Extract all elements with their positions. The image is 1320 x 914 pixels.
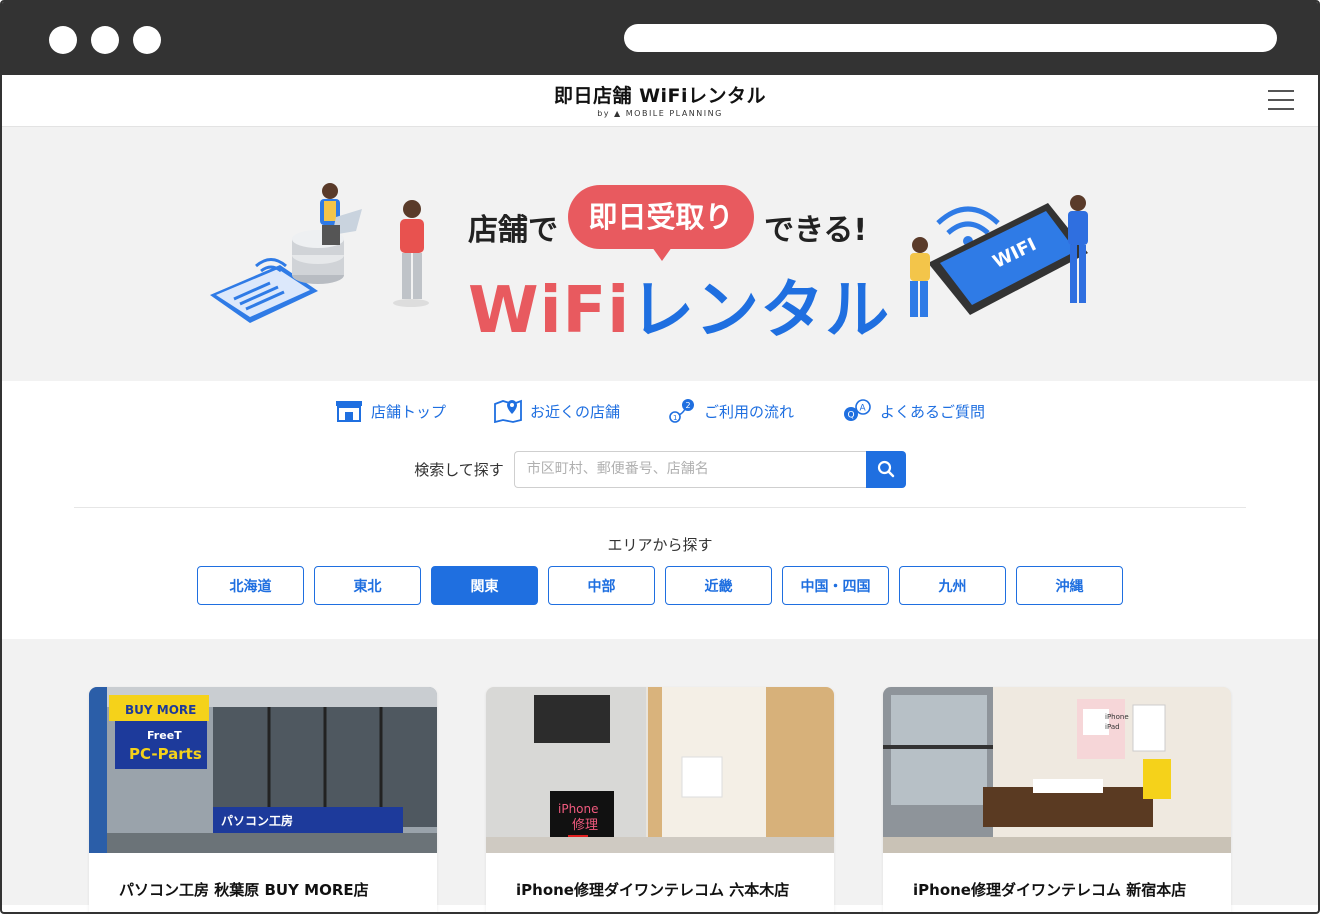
svg-text:Q: Q — [848, 411, 855, 421]
area-button-kinki[interactable]: 近畿 — [665, 566, 772, 605]
store-sign: PC-Parts — [129, 745, 202, 763]
logo-company: MOBILE PLANNING — [625, 109, 723, 118]
svg-text:1: 1 — [673, 414, 677, 422]
nav-label: ご利用の流れ — [704, 402, 795, 421]
hero-illustration-left — [210, 183, 429, 323]
nav-nearby-stores[interactable]: お近くの店舗 — [494, 399, 620, 423]
svg-text:2: 2 — [686, 401, 691, 410]
store-sign: iPad — [1105, 723, 1120, 731]
logo-subtitle: by ▲ MOBILE PLANNING — [2, 109, 1318, 118]
logo-m-mark: ▲ — [614, 109, 622, 118]
flow-steps-icon: 1 2 — [669, 399, 694, 423]
hero-title-left: 店舗で — [468, 213, 558, 248]
area-button-group: 北海道 東北 関東 中部 近畿 中国・四国 九州 沖縄 — [2, 566, 1318, 605]
nav-usage-flow[interactable]: 1 2 ご利用の流れ — [668, 398, 794, 424]
store-sign: 修理 — [572, 818, 598, 833]
window-control-close[interactable] — [49, 26, 77, 54]
svg-text:A: A — [860, 404, 867, 414]
nav-store-top[interactable]: 店舗トップ — [335, 400, 446, 422]
person-holding-phone-illustration — [910, 237, 930, 317]
logo-title: 即日店舗 WiFiレンタル — [553, 85, 767, 107]
hero-illustration-right: WIFI — [910, 195, 1088, 317]
store-sign: FreeT — [147, 729, 182, 742]
store-photo: BUY MORE FreeT PC-Parts パソコン工房 — [89, 687, 437, 853]
nav-label: よくあるご質問 — [880, 402, 986, 421]
area-button-kanto[interactable]: 関東 — [431, 566, 538, 605]
area-button-chugoku-shikoku[interactable]: 中国・四国 — [782, 566, 889, 605]
faq-icon: Q A — [844, 399, 871, 421]
area-button-tohoku[interactable]: 東北 — [314, 566, 421, 605]
search-section: 検索して探す — [2, 441, 1318, 507]
browser-chrome — [2, 2, 1318, 75]
search-label: 検索して探す — [414, 460, 504, 479]
main-nav: 店舗トップ お近くの店舗 1 2 ご利用の流れ Q A よくあるご質問 — [2, 381, 1318, 441]
menu-icon[interactable] — [1268, 90, 1294, 110]
area-section: エリアから探す 北海道 東北 関東 中部 近畿 中国・四国 九州 沖縄 — [2, 508, 1318, 639]
search-input[interactable] — [513, 450, 866, 488]
logo-by: by — [597, 109, 610, 118]
store-card-title: パソコン工房 秋葉原 BUY MORE店 — [119, 881, 369, 899]
area-button-hokkaido[interactable]: 北海道 — [197, 566, 304, 605]
area-title: エリアから探す — [607, 536, 713, 554]
hero-title-right: できる! — [764, 213, 868, 248]
search-box — [513, 450, 906, 488]
window-control-maximize[interactable] — [133, 26, 161, 54]
hero-title-rental: レンタル — [630, 274, 891, 348]
store-icon — [335, 401, 362, 422]
store-sign: パソコン工房 — [221, 813, 293, 828]
store-list: BUY MORE FreeT PC-Parts パソコン工房 パソコン工房 秋葉… — [2, 639, 1318, 912]
store-sign: BUY MORE — [125, 703, 196, 717]
site-logo[interactable]: 即日店舗 WiFiレンタル by ▲ MOBILE PLANNING — [2, 81, 1318, 118]
store-sign: iPhone — [558, 802, 599, 816]
hero-title-wifi: WiFi — [468, 274, 631, 348]
store-card[interactable]: iPhone iPad iPhone修理ダイワンテレコム 新宿本店 — [883, 687, 1231, 912]
nav-faq[interactable]: Q A よくあるご質問 — [842, 399, 985, 423]
map-pin-icon — [494, 399, 522, 423]
big-tablet-illustration: WIFI — [928, 203, 1088, 315]
nav-label: 店舗トップ — [370, 402, 446, 421]
site-header: 即日店舗 WiFiレンタル by ▲ MOBILE PLANNING — [2, 75, 1318, 127]
person-on-phone-illustration — [393, 200, 429, 307]
search-button[interactable] — [865, 450, 906, 488]
store-sign: iPhone — [1105, 713, 1129, 721]
hero-title-main: WiFiレンタル — [468, 259, 890, 351]
store-card-title: iPhone修理ダイワンテレコム 六本木店 — [516, 881, 790, 899]
window-control-minimize[interactable] — [91, 26, 119, 54]
area-button-kyushu[interactable]: 九州 — [899, 566, 1006, 605]
area-button-chubu[interactable]: 中部 — [548, 566, 655, 605]
store-card-title: iPhone修理ダイワンテレコム 新宿本店 — [913, 881, 1187, 899]
hero-banner: 店舗で 即日受取り できる! WiFiレンタル WIFI — [2, 127, 1318, 381]
search-icon — [877, 460, 894, 478]
nav-label: お近くの店舗 — [529, 402, 620, 421]
store-card[interactable]: iPhone 修理 iPhone修理ダイワンテレコム 六本木店 — [486, 687, 834, 912]
hero-title-pill: 即日受取り — [568, 185, 754, 261]
store-card[interactable]: BUY MORE FreeT PC-Parts パソコン工房 パソコン工房 秋葉… — [89, 687, 437, 912]
store-photo: iPhone iPad — [883, 687, 1231, 853]
area-button-okinawa[interactable]: 沖縄 — [1016, 566, 1123, 605]
browser-window: 即日店舗 WiFiレンタル by ▲ MOBILE PLANNING 店舗で 即… — [0, 0, 1320, 914]
address-bar[interactable] — [624, 24, 1277, 52]
store-photo: iPhone 修理 — [486, 687, 834, 853]
